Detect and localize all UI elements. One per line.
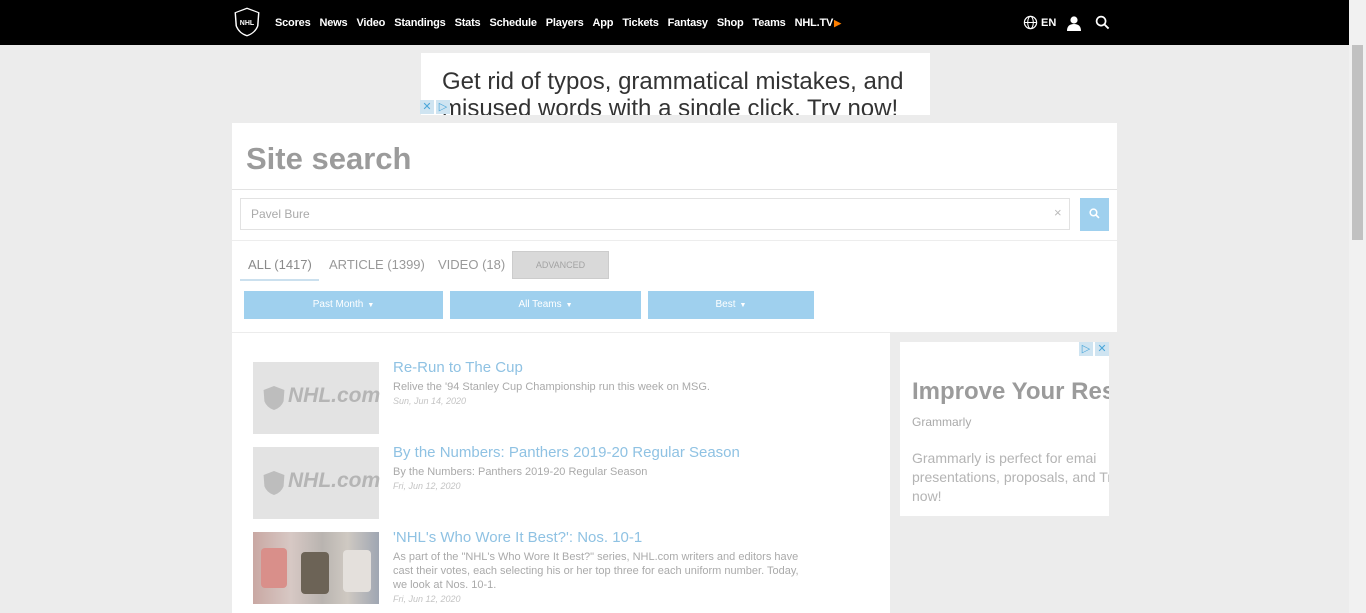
top-ad-choices: ✕ ▷ bbox=[420, 100, 450, 114]
page-title: Site search bbox=[246, 141, 412, 176]
nhl-shield-icon bbox=[263, 471, 285, 495]
nav-link-app[interactable]: App bbox=[593, 17, 614, 29]
jersey-shape bbox=[343, 550, 371, 592]
nav-link-scores[interactable]: Scores bbox=[275, 17, 311, 29]
search-icon bbox=[1089, 208, 1100, 219]
filter-sort-dropdown[interactable]: Best ▼ bbox=[648, 291, 814, 319]
tab-video[interactable]: VIDEO (18) bbox=[438, 257, 505, 272]
nhl-shield-icon bbox=[263, 386, 285, 410]
nav-link-teams[interactable]: Teams bbox=[753, 17, 786, 29]
result-description: As part of the "NHL's Who Wore It Best?"… bbox=[393, 551, 799, 591]
thumbnail-logo-text: NHL.com bbox=[288, 469, 381, 492]
filter-time-dropdown[interactable]: Past Month ▼ bbox=[244, 291, 443, 319]
top-banner-ad[interactable]: Get rid of typos, grammatical mistakes, … bbox=[421, 53, 930, 115]
side-ad-choices: ▷ ✕ bbox=[1079, 342, 1109, 356]
tab-all[interactable]: ALL (1417) bbox=[248, 257, 312, 272]
result-thumbnail[interactable]: NHL.com bbox=[253, 447, 381, 519]
nav-link-standings[interactable]: Standings bbox=[394, 17, 446, 29]
caret-down-icon: ▼ bbox=[739, 302, 747, 309]
ad-close-icon[interactable]: ✕ bbox=[1095, 342, 1109, 356]
result-photo-thumbnail[interactable] bbox=[253, 532, 379, 604]
result-date: Fri, Jun 12, 2020 bbox=[393, 594, 461, 604]
divider bbox=[232, 189, 1117, 190]
search-results-list: NHL.com Re-Run to The Cup Relive the '94… bbox=[232, 333, 890, 613]
ad-info-icon[interactable]: ▷ bbox=[1079, 342, 1093, 356]
tab-advanced[interactable]: ADVANCED bbox=[512, 251, 609, 279]
user-icon bbox=[1067, 15, 1081, 31]
ad-close-icon[interactable]: ✕ bbox=[420, 100, 434, 114]
page-scrollbar[interactable] bbox=[1349, 0, 1366, 613]
globe-icon bbox=[1023, 15, 1038, 30]
nhltv-label: NHL.TV bbox=[794, 16, 834, 29]
nav-link-news[interactable]: News bbox=[320, 17, 348, 29]
divider bbox=[232, 240, 1117, 241]
account-button[interactable] bbox=[1066, 0, 1082, 45]
nav-link-players[interactable]: Players bbox=[546, 17, 584, 29]
search-submit-button[interactable] bbox=[1080, 198, 1109, 231]
filter-teams-dropdown[interactable]: All Teams ▼ bbox=[450, 291, 641, 319]
clear-search-icon[interactable]: × bbox=[1054, 205, 1062, 220]
result-title[interactable]: Re-Run to The Cup bbox=[393, 359, 523, 376]
nav-link-fantasy[interactable]: Fantasy bbox=[668, 17, 708, 29]
top-ad-text: Get rid of typos, grammatical mistakes, … bbox=[442, 68, 930, 115]
result-description: Relive the '94 Stanley Cup Championship … bbox=[393, 381, 710, 393]
jersey-shape bbox=[301, 552, 329, 594]
nav-link-video[interactable]: Video bbox=[356, 17, 385, 29]
result-date: Fri, Jun 12, 2020 bbox=[393, 481, 461, 491]
filter-sort-label: Best bbox=[715, 299, 736, 310]
language-label: EN bbox=[1041, 16, 1057, 29]
nav-link-nhltv[interactable]: NHL.TV▶ bbox=[795, 17, 841, 29]
nhl-logo[interactable]: NHL bbox=[232, 6, 262, 38]
search-icon bbox=[1095, 15, 1110, 30]
sidebar-ad[interactable]: Improve Your Res Grammarly Grammarly is … bbox=[900, 342, 1109, 516]
caret-down-icon: ▼ bbox=[565, 302, 573, 309]
active-tab-indicator bbox=[240, 279, 319, 281]
nav-link-shop[interactable]: Shop bbox=[717, 17, 744, 29]
side-ad-brand: Grammarly bbox=[912, 415, 972, 429]
caret-down-icon: ▼ bbox=[367, 302, 375, 309]
tab-article[interactable]: ARTICLE (1399) bbox=[329, 257, 425, 272]
result-date: Sun, Jun 14, 2020 bbox=[393, 396, 467, 406]
main-nav-links: Scores News Video Standings Stats Schedu… bbox=[275, 0, 850, 45]
nav-link-schedule[interactable]: Schedule bbox=[489, 17, 537, 29]
thumbnail-logo-text: NHL.com bbox=[288, 384, 381, 407]
ad-info-icon[interactable]: ▷ bbox=[436, 100, 450, 114]
result-title[interactable]: 'NHL's Who Wore It Best?': Nos. 10-1 bbox=[393, 529, 642, 546]
scrollbar-thumb[interactable] bbox=[1352, 45, 1363, 240]
play-arrow-icon: ▶ bbox=[834, 17, 841, 28]
top-ad-line-1: Get rid of typos, grammatical mistakes, … bbox=[442, 68, 904, 95]
filter-teams-label: All Teams bbox=[518, 299, 562, 310]
nav-link-stats[interactable]: Stats bbox=[455, 17, 481, 29]
result-thumbnail[interactable]: NHL.com bbox=[253, 362, 381, 434]
search-button-top[interactable] bbox=[1095, 0, 1110, 45]
site-search-panel: Site search × ALL (1417) ARTICLE (1399) … bbox=[232, 123, 1117, 332]
side-ad-body: Grammarly is perfect for emai presentati… bbox=[912, 450, 1109, 504]
svg-text:NHL: NHL bbox=[240, 20, 255, 27]
result-title[interactable]: By the Numbers: Panthers 2019-20 Regular… bbox=[393, 444, 740, 461]
jersey-shape bbox=[261, 548, 287, 588]
nav-link-tickets[interactable]: Tickets bbox=[622, 17, 659, 29]
top-ad-line-2: misused words with a single click. Try n… bbox=[442, 95, 899, 115]
search-input[interactable] bbox=[240, 198, 1070, 230]
result-description: By the Numbers: Panthers 2019-20 Regular… bbox=[393, 466, 648, 478]
filter-time-label: Past Month bbox=[312, 299, 364, 310]
side-ad-title: Improve Your Res bbox=[912, 378, 1109, 405]
top-nav: NHL Scores News Video Standings Stats Sc… bbox=[0, 0, 1349, 45]
language-selector[interactable]: EN bbox=[1023, 0, 1056, 45]
